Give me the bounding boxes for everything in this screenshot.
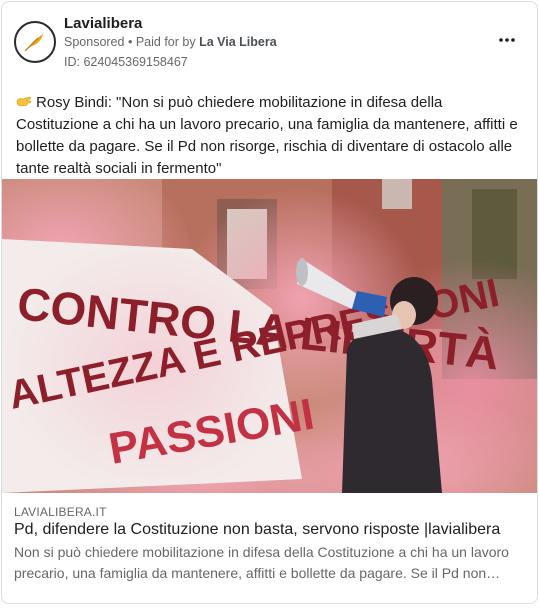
sponsor-line: Sponsored • Paid for by La Via Libera (64, 35, 277, 49)
payer-name[interactable]: La Via Libera (199, 35, 277, 49)
post-text: Rosy Bindi: "Non si può chiedere mobilit… (16, 94, 518, 177)
link-preview[interactable]: LAVIALIBERA.IT Pd, difendere la Costituz… (2, 493, 537, 603)
link-title[interactable]: Pd, difendere la Costituzione non basta,… (14, 521, 500, 539)
link-domain: LAVIALIBERA.IT (14, 505, 107, 519)
hand-emoji (16, 96, 32, 107)
protest-photo: CONTRO LA LIBERTÀ ALTEZZA E REPRESSIONI … (2, 179, 537, 493)
more-horizontal-icon (499, 38, 515, 42)
page-name[interactable]: Lavialibera (64, 15, 142, 32)
sponsored-post-card: Lavialibera Sponsored • Paid for by La V… (1, 1, 538, 604)
feather-logo-icon (22, 29, 48, 55)
post-image[interactable]: CONTRO LA LIBERTÀ ALTEZZA E REPRESSIONI … (2, 179, 537, 493)
paid-for-label: Paid for by (135, 35, 196, 49)
sponsored-label: Sponsored (64, 35, 125, 49)
separator-dot: • (127, 35, 133, 49)
more-options-button[interactable] (495, 30, 519, 50)
page-avatar[interactable] (14, 21, 56, 63)
ad-id: ID: 624045369158467 (64, 55, 188, 69)
link-description: Non si può chiedere mobilitazione in dif… (14, 544, 509, 581)
post-body: Rosy Bindi: "Non si può chiedere mobilit… (16, 92, 526, 180)
